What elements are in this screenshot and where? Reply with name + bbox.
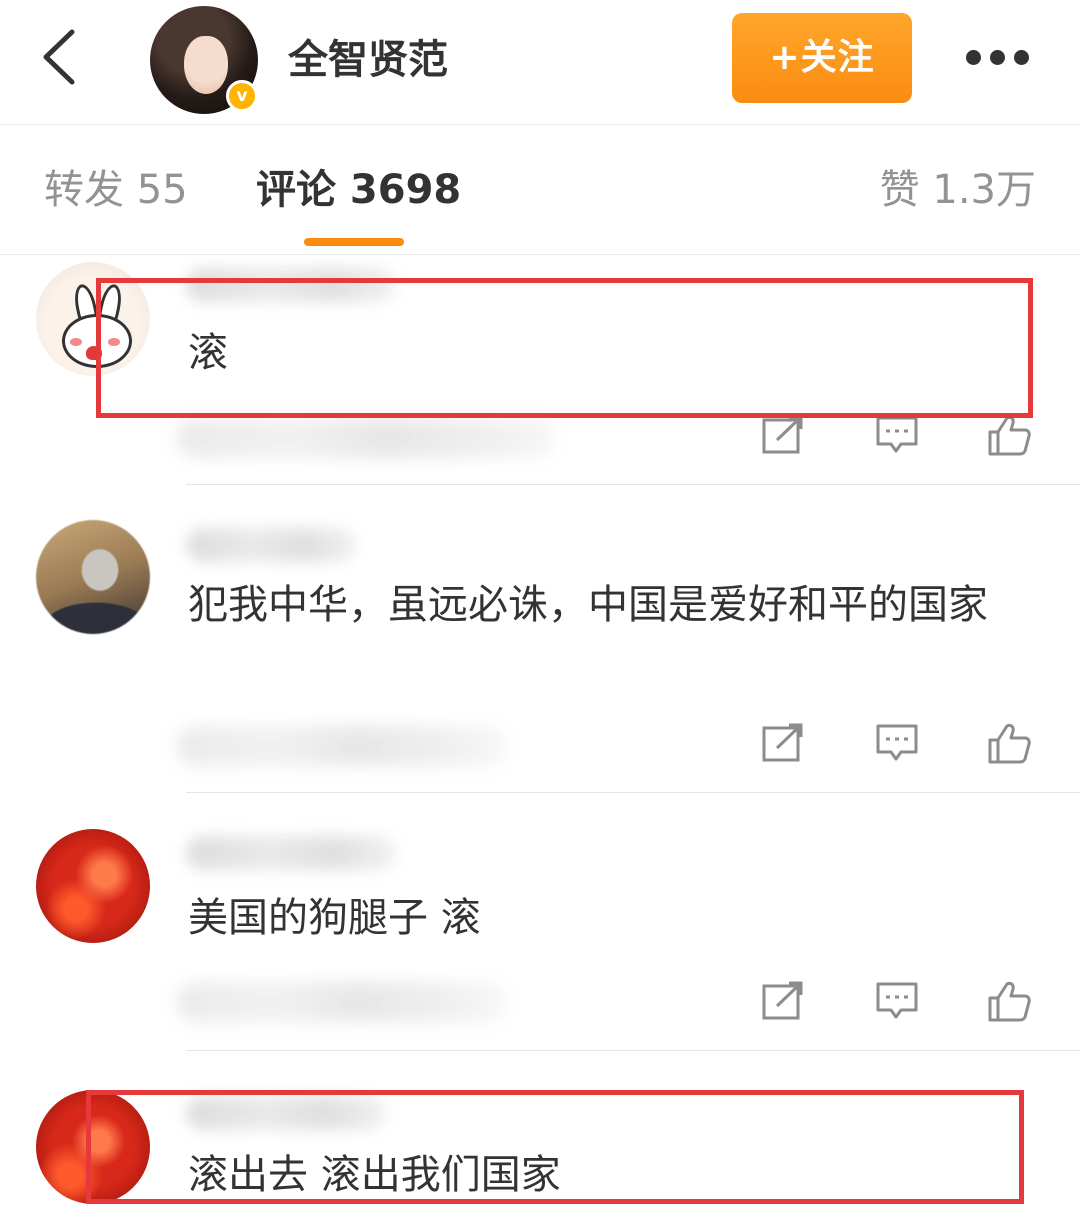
follow-button[interactable]: +关注 <box>732 13 912 103</box>
commenter-avatar[interactable] <box>36 520 150 634</box>
comment-icon[interactable] <box>875 414 919 456</box>
thumbs-up-icon[interactable] <box>987 980 1031 1022</box>
commenter-avatar[interactable] <box>36 829 150 943</box>
repost-icon[interactable] <box>761 722 805 764</box>
blurred-username <box>186 528 356 562</box>
tab-comments[interactable]: 评论 3698 <box>256 162 461 218</box>
blurred-comment-meta <box>176 726 506 766</box>
blurred-username <box>186 836 396 870</box>
tab-likes[interactable]: 赞 1.3万 <box>880 162 1036 218</box>
blurred-comment-meta <box>176 418 556 458</box>
verified-badge: v <box>226 80 258 112</box>
more-horizontal-icon[interactable] <box>962 48 1034 68</box>
divider <box>186 792 1080 793</box>
blurred-comment-meta <box>176 982 506 1022</box>
tab-reposts[interactable]: 转发 55 <box>44 162 188 218</box>
comment-text: 犯我中华，虽远必诛，中国是爱好和平的国家 <box>188 582 988 628</box>
highlight-box <box>96 278 1033 418</box>
comment-text: 美国的狗腿子 滚 <box>188 895 481 941</box>
highlight-box <box>86 1090 1024 1204</box>
repost-icon[interactable] <box>761 414 805 456</box>
chevron-left-icon[interactable] <box>36 26 86 88</box>
thumbs-up-icon[interactable] <box>987 414 1031 456</box>
repost-icon[interactable] <box>761 980 805 1022</box>
thumbs-up-icon[interactable] <box>987 722 1031 764</box>
divider <box>186 484 1080 485</box>
divider <box>186 1050 1080 1051</box>
divider <box>0 254 1080 255</box>
comment-icon[interactable] <box>875 722 919 764</box>
comment-icon[interactable] <box>875 980 919 1022</box>
profile-username[interactable]: 全智贤范 <box>288 32 448 88</box>
active-tab-indicator <box>304 238 404 246</box>
